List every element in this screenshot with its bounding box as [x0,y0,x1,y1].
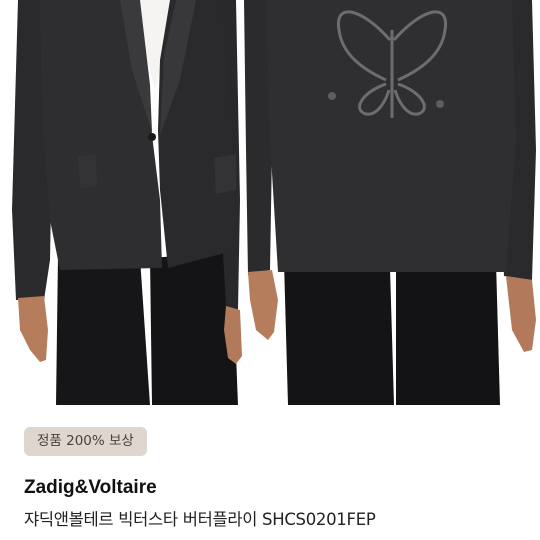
product-photo-front[interactable] [0,0,242,405]
front-view-illustration [0,0,242,405]
brand-name[interactable]: Zadig&Voltaire [24,476,157,500]
product-image-gallery[interactable] [0,0,540,405]
authenticity-guarantee-badge: 정품 200% 보상 [24,427,147,456]
back-view-illustration [244,0,540,405]
product-title: 쟈딕앤볼테르 빅터스타 버터플라이 SHCS0201FEP [24,510,376,529]
product-photo-back[interactable] [244,0,540,405]
